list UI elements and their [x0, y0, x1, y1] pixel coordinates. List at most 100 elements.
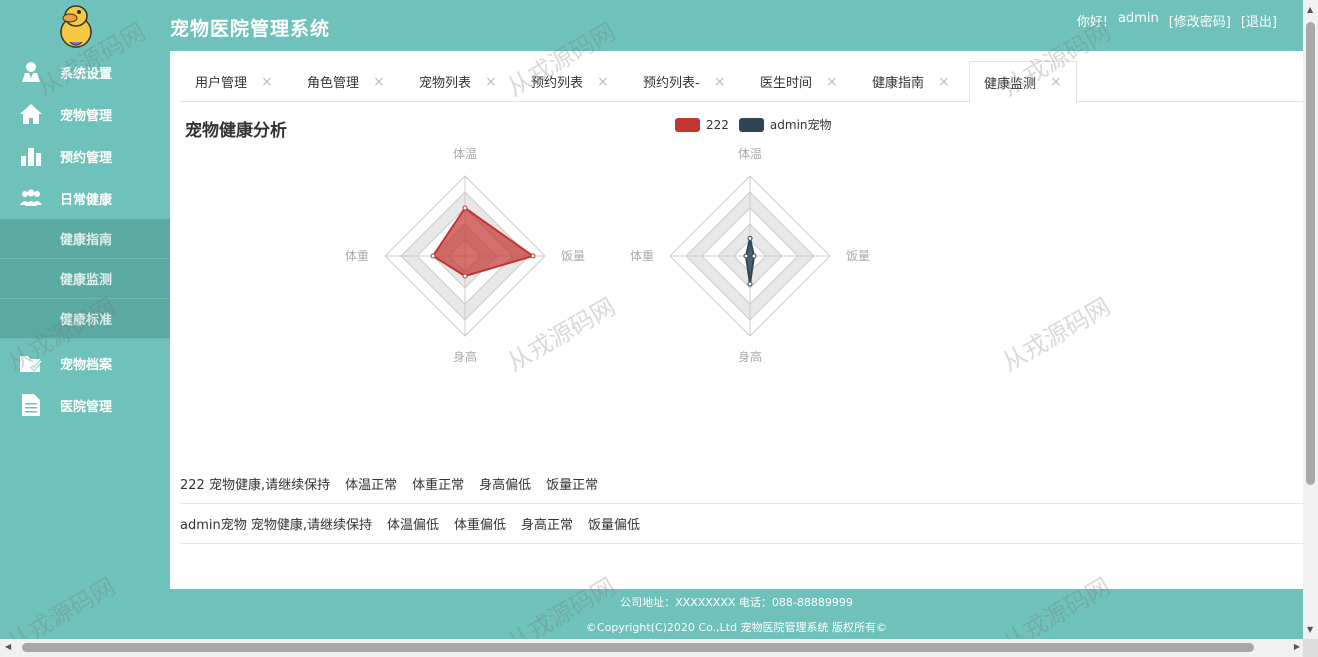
- radar-data-point[interactable]: [743, 253, 749, 259]
- legend-item-admin-pet[interactable]: admin宠物: [738, 116, 832, 133]
- close-icon[interactable]: ×: [938, 74, 950, 90]
- close-icon[interactable]: ×: [826, 74, 838, 90]
- tab-label: 角色管理: [307, 76, 360, 91]
- sidebar-item-daily-health[interactable]: 日常健康: [0, 177, 170, 219]
- result-row-admin-pet: admin宠物 宠物健康,请继续保持 体温偏低 体重偏低 身高正常 饭量偏低: [180, 504, 1303, 544]
- sidebar-item-label: 宠物管理: [60, 108, 113, 124]
- tab-label: 预约列表: [531, 76, 584, 91]
- scroll-up-icon[interactable]: ▲: [1307, 5, 1313, 14]
- duck-logo-icon: [60, 5, 92, 48]
- main-content: 用户管理 × 角色管理 × 宠物列表 × 预约列表 × 预约列表- × 医生时间…: [170, 51, 1303, 589]
- user-settings-icon: [19, 60, 43, 84]
- header: 宠物医院管理系统 你好! admin [修改密码] [退出]: [0, 0, 1303, 51]
- tab-label: 健康监测: [984, 76, 1037, 92]
- tab-health-guide[interactable]: 健康指南 ×: [872, 61, 950, 102]
- tab-health-monitoring[interactable]: 健康监测 ×: [969, 61, 1077, 103]
- scroll-right-icon[interactable]: ▶: [1294, 642, 1300, 651]
- close-icon[interactable]: ×: [261, 74, 273, 90]
- section-title: 宠物健康分析: [185, 121, 287, 141]
- legend-swatch: [675, 117, 700, 132]
- greeting: 你好!: [1076, 15, 1108, 30]
- tab-appointment-list-2[interactable]: 预约列表- ×: [643, 61, 725, 102]
- radar-indicator-label: 体重: [630, 249, 654, 263]
- radar-indicator-label: 体温: [738, 147, 762, 161]
- sidebar-subitem-label: 健康标准: [60, 313, 113, 328]
- radar-indicator-label: 身高: [738, 349, 762, 364]
- radar-indicator-label: 饭量: [846, 249, 870, 263]
- chart-legend: 222 admin宠物: [675, 116, 842, 133]
- bar-chart-icon: [19, 144, 43, 168]
- result-summary: admin宠物 宠物健康,请继续保持: [180, 518, 372, 533]
- sidebar-item-pet-management[interactable]: 宠物管理: [0, 93, 170, 135]
- result-item: 身高正常: [521, 518, 574, 533]
- sidebar-item-system-settings[interactable]: 系统设置: [0, 51, 170, 93]
- sidebar-item-label: 医院管理: [60, 399, 113, 415]
- sidebar-item-label: 宠物档案: [60, 357, 113, 373]
- close-icon[interactable]: ×: [714, 74, 726, 90]
- close-icon[interactable]: ×: [597, 74, 609, 90]
- sidebar: 系统设置 宠物管理 预约管理 日常健康 健康指南 健康监测 健康标准 宠物档案: [0, 51, 170, 589]
- app-title: 宠物医院管理系统: [170, 18, 331, 40]
- scrollbar-corner: [1303, 639, 1318, 657]
- logout-link[interactable]: [退出]: [1241, 11, 1277, 30]
- radar-chart-222: 体温饭量身高 体重: [345, 147, 585, 364]
- tab-label: 宠物列表: [419, 76, 472, 91]
- radar-data-point[interactable]: [462, 273, 468, 279]
- radar-data-point[interactable]: [530, 253, 536, 259]
- result-item: 体重正常: [412, 478, 465, 493]
- horizontal-scroll-thumb[interactable]: [22, 643, 1254, 652]
- sidebar-subitem-health-monitoring[interactable]: 健康监测: [0, 259, 170, 299]
- tab-label: 医生时间: [760, 76, 813, 91]
- footer-copyright: ©Copyright(C)2020 Co.,Ltd 宠物医院管理系统 版权所有©: [585, 621, 888, 634]
- change-password-link[interactable]: [修改密码]: [1169, 11, 1231, 30]
- radar-chart-admin-pet: 体温饭量身高 体重: [630, 147, 870, 364]
- home-icon: [19, 102, 43, 126]
- horizontal-scrollbar[interactable]: ◀ ▶: [0, 639, 1318, 657]
- tab-pet-list[interactable]: 宠物列表 ×: [419, 61, 497, 102]
- username: admin: [1117, 11, 1159, 26]
- footer: 公司地址：XXXXXXXX 电话：088-88889999 ©Copyright…: [170, 589, 1303, 639]
- radar-indicator-label: 饭量: [561, 249, 585, 263]
- result-item: 体重偏低: [454, 518, 507, 533]
- sidebar-item-hospital-management[interactable]: 医院管理: [0, 384, 170, 426]
- vertical-scrollbar[interactable]: ▲ ▼: [1303, 0, 1318, 639]
- check-folder-icon: [19, 351, 43, 375]
- sidebar-item-appointment-management[interactable]: 预约管理: [0, 135, 170, 177]
- result-item: 体温偏低: [387, 518, 440, 533]
- sidebar-item-label: 日常健康: [60, 192, 113, 208]
- tab-role-management[interactable]: 角色管理 ×: [307, 61, 385, 102]
- result-item: 体温正常: [345, 478, 398, 493]
- tab-doctor-time[interactable]: 医生时间 ×: [760, 61, 838, 102]
- radar-data-point[interactable]: [751, 253, 757, 259]
- radar-data-point[interactable]: [462, 205, 468, 211]
- vertical-scroll-thumb[interactable]: [1306, 22, 1315, 485]
- tab-bar: 用户管理 × 角色管理 × 宠物列表 × 预约列表 × 预约列表- × 医生时间…: [180, 61, 1303, 103]
- scroll-down-icon[interactable]: ▼: [1307, 625, 1313, 634]
- scroll-left-icon[interactable]: ◀: [5, 642, 11, 651]
- group-icon: [19, 186, 43, 210]
- sidebar-item-pet-records[interactable]: 宠物档案: [0, 342, 170, 384]
- result-item: 饭量正常: [546, 478, 599, 493]
- close-icon[interactable]: ×: [373, 74, 385, 90]
- radar-data-point[interactable]: [430, 253, 436, 259]
- close-icon[interactable]: ×: [1050, 74, 1062, 90]
- radar-indicator-label: 体重: [345, 249, 369, 263]
- tab-label: 健康指南: [872, 76, 925, 91]
- tab-user-management[interactable]: 用户管理 ×: [195, 61, 273, 102]
- sidebar-subitem-label: 健康指南: [60, 233, 113, 248]
- tab-appointment-list[interactable]: 预约列表 ×: [531, 61, 609, 102]
- footer-address: 公司地址：XXXXXXXX 电话：088-88889999: [620, 596, 853, 609]
- sidebar-subitem-health-guide[interactable]: 健康指南: [0, 219, 170, 259]
- close-icon[interactable]: ×: [485, 74, 497, 90]
- sidebar-subitem-label: 健康监测: [60, 273, 113, 288]
- document-icon: [19, 393, 43, 417]
- sidebar-item-label: 预约管理: [60, 150, 113, 166]
- legend-label: 222: [706, 117, 729, 132]
- tab-label: 用户管理: [195, 76, 248, 91]
- radar-indicator-label: 身高: [453, 349, 477, 364]
- radar-data-point[interactable]: [747, 235, 753, 241]
- legend-item-222[interactable]: 222: [675, 117, 729, 132]
- result-summary: 222 宠物健康,请继续保持: [180, 478, 331, 493]
- radar-data-point[interactable]: [747, 281, 753, 287]
- sidebar-subitem-health-standard[interactable]: 健康标准: [0, 299, 170, 339]
